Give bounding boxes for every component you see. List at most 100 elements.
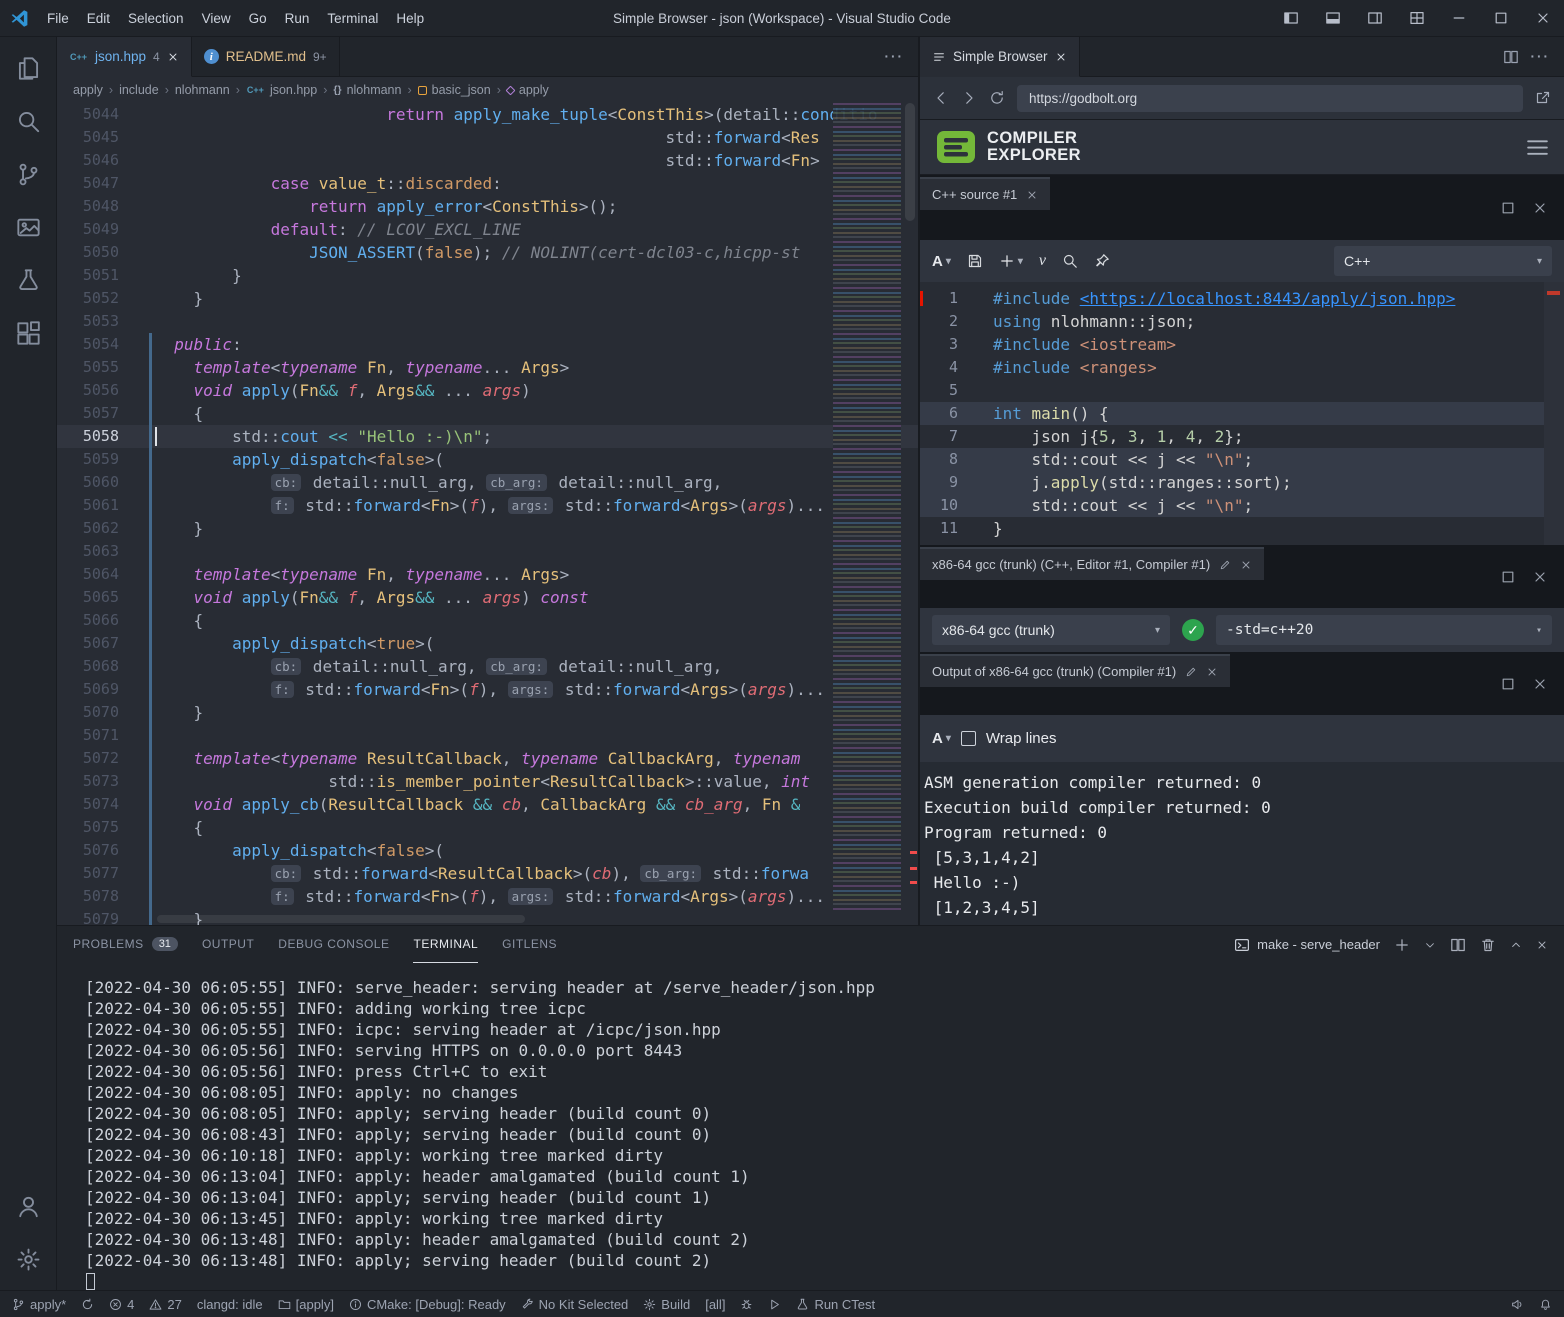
split-terminal-icon[interactable] <box>1450 937 1466 953</box>
code-line[interactable]: 5051 } <box>57 264 918 287</box>
close-icon[interactable] <box>1055 51 1067 63</box>
statusbar-run-ctest[interactable]: Run CTest <box>796 1297 875 1312</box>
activitybar-explorer[interactable] <box>0 42 57 95</box>
godbolt-source-editor[interactable]: 1#include <https://localhost:8443/apply/… <box>920 282 1564 545</box>
code-line[interactable]: 5077 cb: std::forward<ResultCallback>(cb… <box>57 862 918 885</box>
menu-terminal[interactable]: Terminal <box>318 7 387 30</box>
kill-terminal-icon[interactable] <box>1480 937 1496 953</box>
breadcrumb-item-basic_json[interactable]: basic_json <box>418 83 491 97</box>
maximize-icon[interactable] <box>1500 676 1516 692</box>
split-editor-icon[interactable] <box>1503 49 1519 65</box>
activitybar-source-control[interactable] <box>0 148 57 201</box>
code-line[interactable]: 5044 return apply_make_tuple<ConstThis>(… <box>57 103 918 126</box>
menu-go[interactable]: Go <box>240 7 276 30</box>
activitybar-testing[interactable] <box>0 254 57 307</box>
statusbar-debug-target[interactable] <box>740 1298 753 1311</box>
close-icon[interactable] <box>1532 200 1548 216</box>
code-line[interactable]: 5049 default: // LCOV_EXCL_LINE <box>57 218 918 241</box>
panel-tab-debug-console[interactable]: DEBUG CONSOLE <box>278 926 389 963</box>
menu-file[interactable]: File <box>38 7 78 30</box>
breadcrumb-item-apply[interactable]: apply <box>73 83 103 97</box>
godbolt-code-line[interactable]: 11} <box>920 517 1564 540</box>
code-line[interactable]: 5056 void apply(Fn&& f, Args&& ... args) <box>57 379 918 402</box>
menu-view[interactable]: View <box>193 7 240 30</box>
panel-tab-terminal[interactable]: TERMINAL <box>413 926 478 963</box>
code-line[interactable]: 5048 return apply_error<ConstThis>(); <box>57 195 918 218</box>
activitybar-search[interactable] <box>0 95 57 148</box>
close-icon[interactable] <box>1206 666 1218 678</box>
ce-logo[interactable]: COMPILER EXPLORER <box>934 128 1081 166</box>
maximize-icon[interactable] <box>1500 200 1516 216</box>
more-actions-icon[interactable]: ··· <box>885 49 905 64</box>
tab-README.md[interactable]: iREADME.md9+ <box>192 37 340 76</box>
code-line[interactable]: 5047 case value_t::discarded: <box>57 172 918 195</box>
language-select[interactable]: C++ ▾ <box>1334 246 1552 276</box>
edit-title-icon[interactable] <box>1219 559 1231 571</box>
chevron-down-icon[interactable] <box>1424 939 1436 951</box>
code-line[interactable]: 5072 template<typename ResultCallback, t… <box>57 747 918 770</box>
code-line[interactable]: 5060 cb: detail::null_arg, cb_arg: detai… <box>57 471 918 494</box>
code-line[interactable]: 5046 std::forward<Fn> <box>57 149 918 172</box>
code-line[interactable]: 5059 apply_dispatch<false>( <box>57 448 918 471</box>
terminal-picker[interactable]: make - serve_header <box>1234 937 1380 953</box>
code-editor[interactable]: 5044 return apply_make_tuple<ConstThis>(… <box>57 103 918 925</box>
panel-tab-problems[interactable]: PROBLEMS31 <box>73 926 178 963</box>
maximize-button[interactable] <box>1480 0 1522 36</box>
statusbar-feedback[interactable] <box>1511 1298 1524 1311</box>
maximize-icon[interactable] <box>1500 569 1516 585</box>
close-icon[interactable] <box>1240 559 1252 571</box>
breadcrumb-item-nlohmann[interactable]: {}nlohmann <box>333 83 401 97</box>
godbolt-code-line[interactable]: 1#include <https://localhost:8443/apply/… <box>920 287 1564 310</box>
horizontal-scrollbar[interactable] <box>157 915 525 923</box>
godbolt-code-line[interactable]: 5 <box>920 379 1564 402</box>
code-line[interactable]: 5062 } <box>57 517 918 540</box>
wrap-lines-checkbox[interactable] <box>961 731 976 746</box>
url-input[interactable]: https://godbolt.org <box>1017 85 1523 112</box>
toggle-layout-bottom-icon[interactable] <box>1312 0 1354 36</box>
font-size-button[interactable]: A▾ <box>932 253 951 270</box>
menu-edit[interactable]: Edit <box>78 7 119 30</box>
vim-mode-button[interactable]: v <box>1039 252 1046 270</box>
activitybar-manage[interactable] <box>0 1233 57 1286</box>
code-line[interactable]: 5073 std::is_member_pointer<ResultCallba… <box>57 770 918 793</box>
statusbar-git-branch[interactable]: apply* <box>12 1297 66 1312</box>
breadcrumb-item-include[interactable]: include <box>119 83 159 97</box>
code-line[interactable]: 5045 std::forward<Res <box>57 126 918 149</box>
menu-help[interactable]: Help <box>387 7 433 30</box>
godbolt-code-line[interactable]: 3#include <iostream> <box>920 333 1564 356</box>
code-line[interactable]: 5070 } <box>57 701 918 724</box>
statusbar-cmake-project[interactable]: [apply] <box>278 1297 334 1312</box>
statusbar-warnings[interactable]: 27 <box>149 1297 181 1312</box>
pin-icon[interactable] <box>1094 253 1110 269</box>
statusbar-errors[interactable]: 4 <box>109 1297 134 1312</box>
add-pane-button[interactable]: ▾ <box>999 253 1023 269</box>
code-line[interactable]: 5063 <box>57 540 918 563</box>
godbolt-code-line[interactable]: 2using nlohmann::json; <box>920 310 1564 333</box>
forward-icon[interactable] <box>961 90 977 106</box>
statusbar-cmake-target[interactable]: [all] <box>705 1297 725 1312</box>
vertical-scrollbar[interactable] <box>901 103 918 925</box>
code-line[interactable]: 5076 apply_dispatch<false>( <box>57 839 918 862</box>
statusbar-cmake-kit[interactable]: No Kit Selected <box>521 1297 629 1312</box>
save-icon[interactable] <box>967 253 983 269</box>
godbolt-code-line[interactable]: 9 j.apply(std::ranges::sort); <box>920 471 1564 494</box>
code-line[interactable]: 5050 JSON_ASSERT(false); // NOLINT(cert-… <box>57 241 918 264</box>
back-icon[interactable] <box>933 90 949 106</box>
godbolt-code-line[interactable]: 7 json j{5, 3, 1, 4, 2}; <box>920 425 1564 448</box>
close-icon[interactable] <box>1532 676 1548 692</box>
open-external-icon[interactable] <box>1535 90 1551 106</box>
code-line[interactable]: 5071 <box>57 724 918 747</box>
compiler-output[interactable]: ASM generation compiler returned: 0Execu… <box>920 762 1564 925</box>
hamburger-menu-icon[interactable] <box>1525 135 1550 160</box>
code-line[interactable]: 5075 { <box>57 816 918 839</box>
code-line[interactable]: 5068 cb: detail::null_arg, cb_arg: detai… <box>57 655 918 678</box>
menu-run[interactable]: Run <box>276 7 319 30</box>
compiler-select[interactable]: x86-64 gcc (trunk) ▾ <box>932 615 1170 645</box>
code-line[interactable]: 5066 { <box>57 609 918 632</box>
tab-simple-browser[interactable]: Simple Browser <box>920 37 1080 77</box>
godbolt-code-line[interactable]: 6int main() { <box>920 402 1564 425</box>
statusbar-sync[interactable] <box>81 1298 94 1311</box>
compiler-options-input[interactable]: -std=c++20 ▾ <box>1216 615 1552 645</box>
godbolt-code-line[interactable]: 4#include <ranges> <box>920 356 1564 379</box>
statusbar-launch-target[interactable] <box>768 1298 781 1311</box>
